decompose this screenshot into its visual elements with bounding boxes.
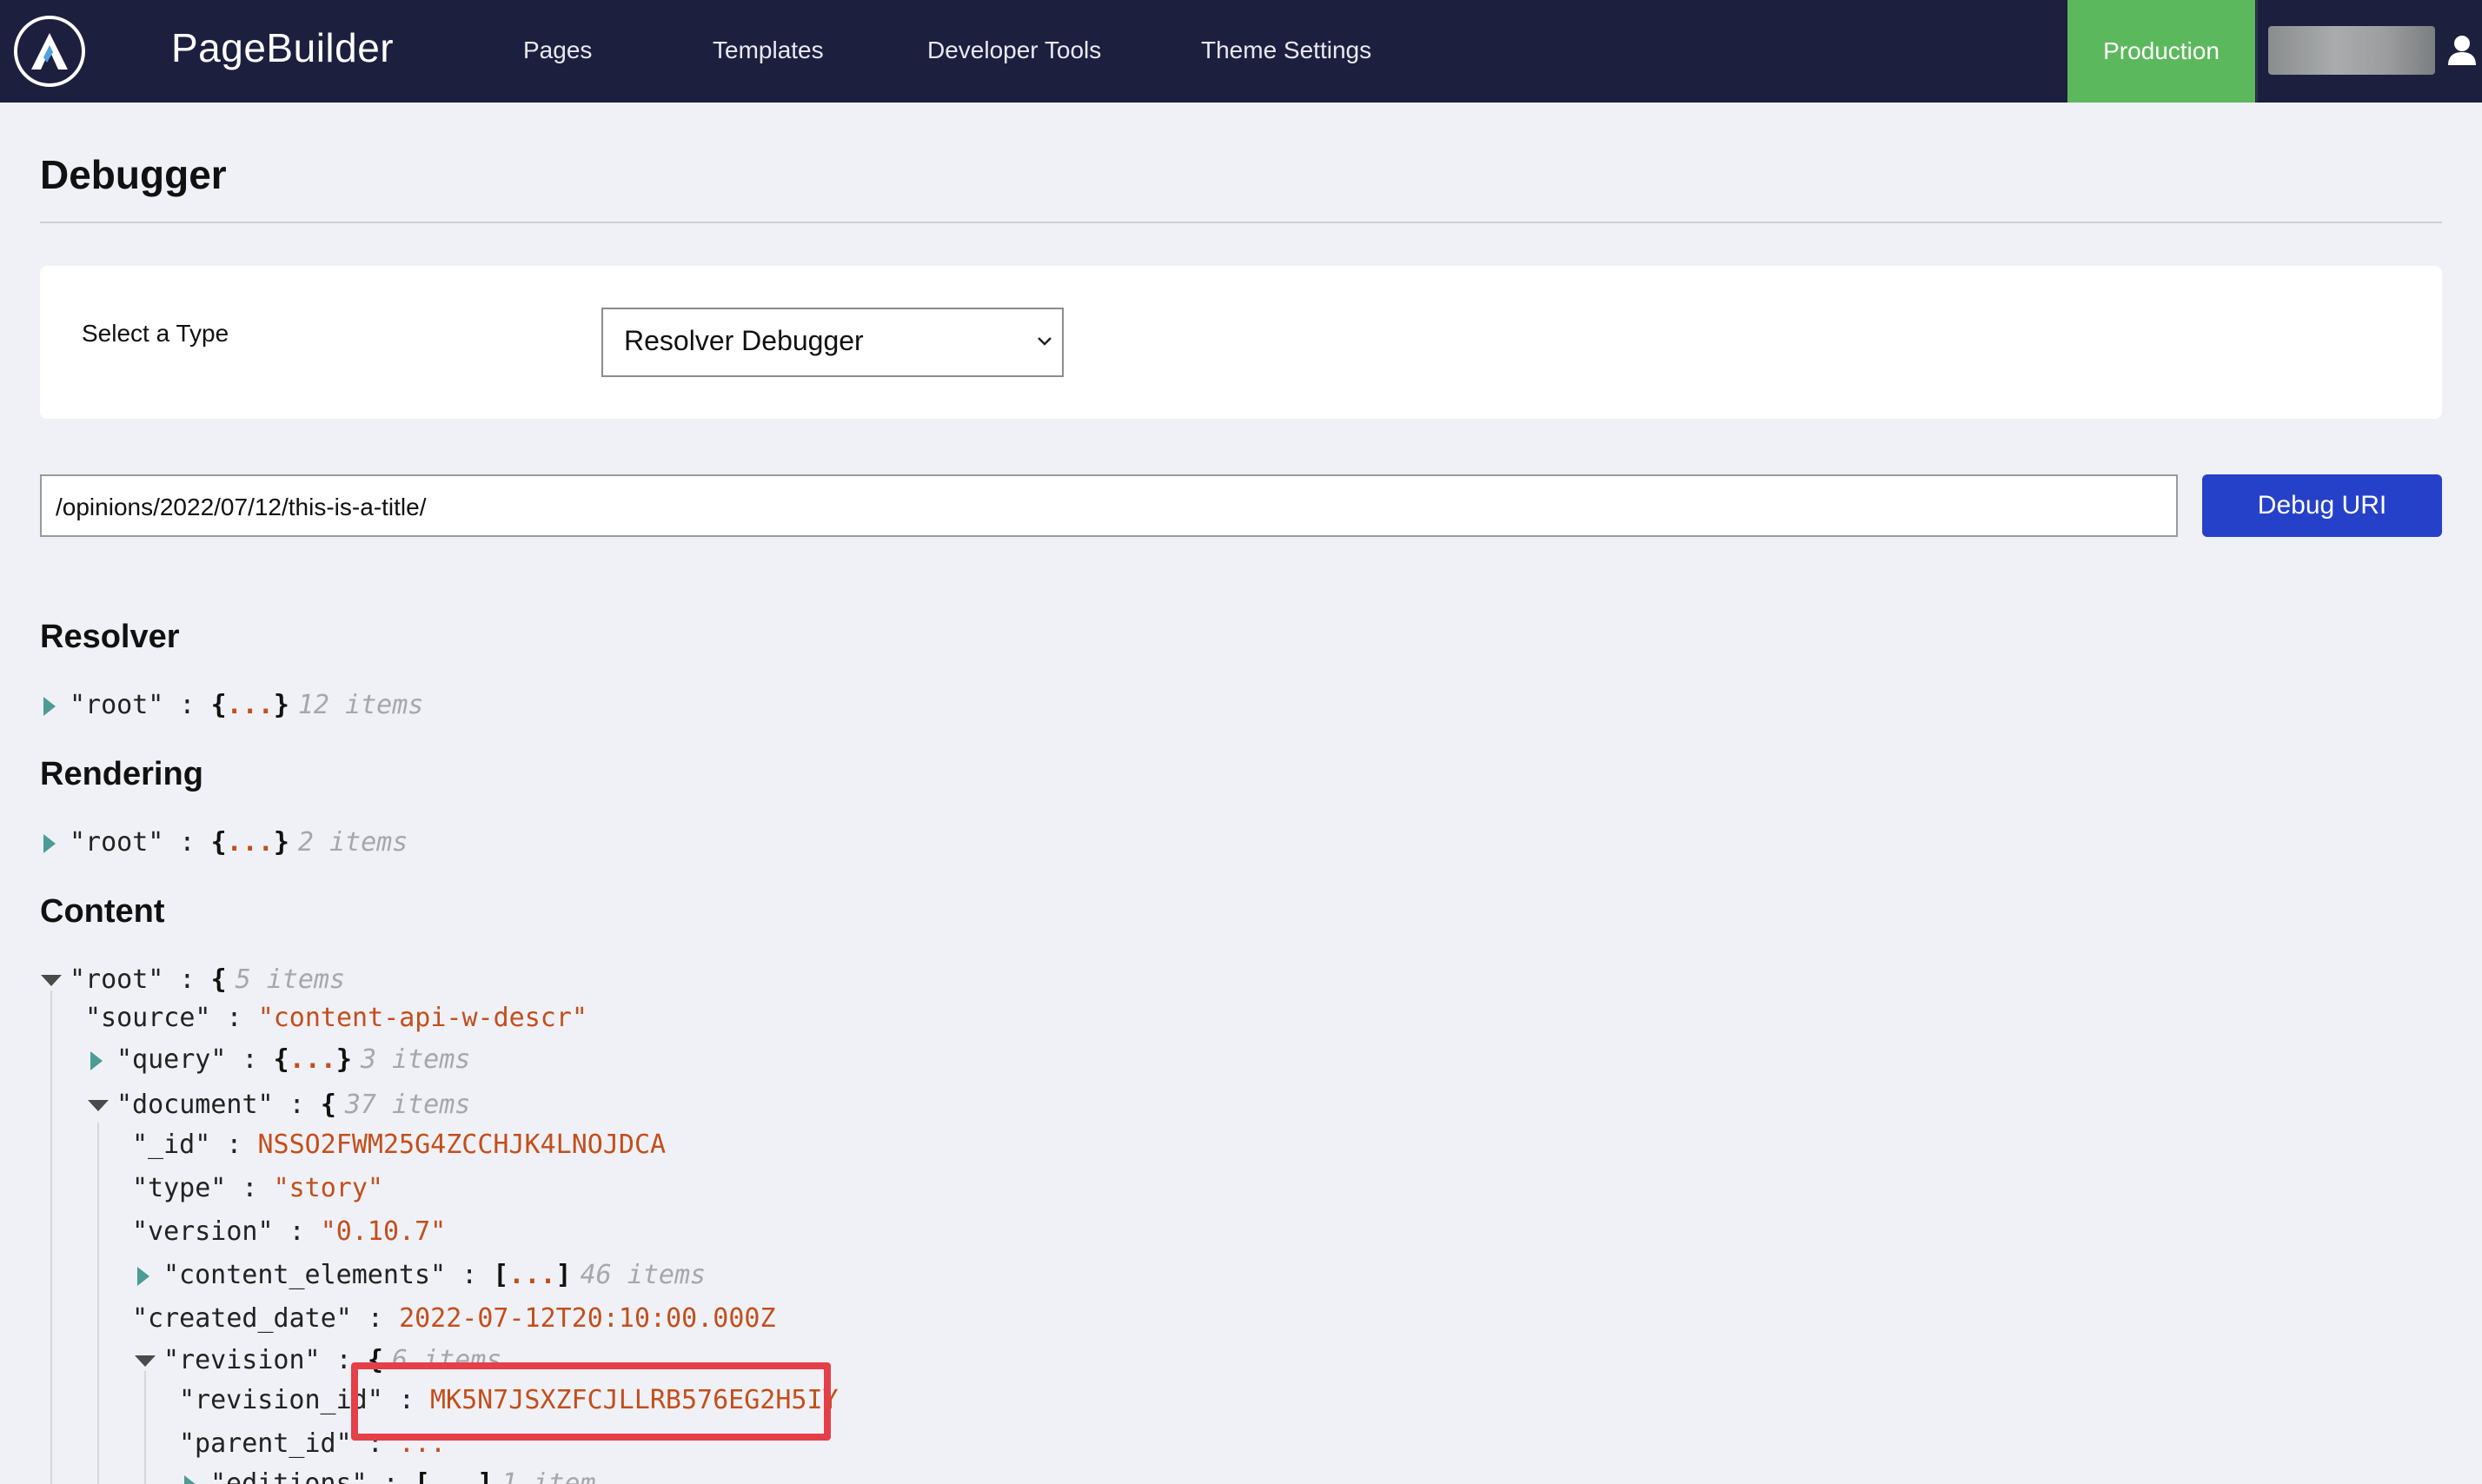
nav-pages[interactable]: Pages	[523, 36, 592, 64]
content-root-node[interactable]: "root" : {5 items	[40, 964, 345, 995]
uri-input[interactable]: /opinions/2022/07/12/this-is-a-title/	[40, 474, 2178, 537]
user-menu[interactable]	[2256, 0, 2482, 103]
caret-right-icon[interactable]	[40, 832, 63, 855]
type-select-label: Select a Type	[82, 320, 229, 347]
content-elements-bracket: [...]	[493, 1260, 572, 1290]
editions-bracket: [...]	[414, 1468, 494, 1484]
tree-guide-line	[144, 1371, 146, 1484]
page-title: Debugger	[40, 152, 227, 197]
source-row: "source" : "content-api-w-descr"	[85, 1003, 587, 1033]
rendering-root-brace: {...}	[210, 827, 289, 858]
id-key: "_id"	[132, 1130, 211, 1160]
content-elements-node[interactable]: "content_elements" : [...] 46 items	[134, 1260, 706, 1290]
version-key: "version"	[132, 1216, 274, 1247]
user-icon[interactable]	[2447, 35, 2477, 66]
rendering-root-key: "root"	[70, 827, 164, 858]
resolver-root-brace: {...}	[210, 690, 289, 720]
caret-right-icon[interactable]	[87, 1050, 110, 1072]
revision-key: "revision"	[163, 1345, 321, 1375]
chevron-down-icon	[1038, 337, 1052, 346]
nav-theme-settings[interactable]: Theme Settings	[1201, 36, 1371, 64]
created-date-key: "created_date"	[132, 1303, 352, 1334]
content-root-count: 5 items	[235, 964, 346, 995]
rendering-root-count: 2 items	[297, 827, 408, 858]
source-value: "content-api-w-descr"	[257, 1003, 587, 1033]
caret-down-icon[interactable]	[134, 1350, 156, 1373]
id-row: "_id" : NSSO2FWM25G4ZCCHJK4LNOJDCA	[132, 1130, 667, 1160]
query-key: "query"	[116, 1044, 227, 1075]
top-nav-bar: PageBuilder Pages Templates Developer To…	[0, 0, 2482, 103]
document-count: 37 items	[344, 1090, 471, 1120]
version-row: "version" : "0.10.7"	[132, 1216, 447, 1247]
resolver-root-count: 12 items	[297, 690, 424, 720]
created-date-row: "created_date" : 2022-07-12T20:10:00.000…	[132, 1303, 776, 1334]
rendering-root-node[interactable]: "root" : {...} 2 items	[40, 827, 408, 858]
editions-node[interactable]: "editions" : [...] 1 item	[181, 1468, 596, 1484]
type-key: "type"	[132, 1173, 227, 1203]
content-elements-count: 46 items	[580, 1260, 707, 1290]
nav-developer-tools[interactable]: Developer Tools	[927, 36, 1101, 64]
caret-down-icon[interactable]	[40, 970, 63, 992]
id-value: NSSO2FWM25G4ZCCHJK4LNOJDCA	[257, 1130, 667, 1160]
content-elements-key: "content_elements"	[163, 1260, 447, 1290]
nav-templates[interactable]: Templates	[713, 36, 824, 64]
resolver-heading: Resolver	[40, 619, 180, 655]
version-value: "0.10.7"	[320, 1216, 447, 1247]
resolver-root-key: "root"	[70, 690, 164, 720]
caret-down-icon[interactable]	[87, 1095, 110, 1117]
editions-key: "editions"	[210, 1468, 368, 1484]
app-logo-icon[interactable]	[14, 16, 85, 87]
caret-right-icon[interactable]	[134, 1265, 156, 1288]
query-count: 3 items	[360, 1044, 471, 1075]
type-value: "story"	[273, 1173, 383, 1203]
content-root-key: "root"	[70, 964, 164, 995]
created-date-value: 2022-07-12T20:10:00.000Z	[399, 1303, 776, 1334]
document-node[interactable]: "document" : {37 items	[87, 1090, 470, 1120]
app-brand[interactable]: PageBuilder	[171, 24, 394, 71]
source-key: "source"	[85, 1003, 211, 1033]
type-select-card: Select a Type Resolver Debugger	[40, 266, 2442, 419]
type-select-value: Resolver Debugger	[624, 325, 864, 356]
editions-count: 1 item	[501, 1468, 596, 1484]
query-brace: {...}	[273, 1044, 352, 1075]
type-row: "type" : "story"	[132, 1173, 383, 1203]
rendering-heading: Rendering	[40, 756, 203, 792]
document-key: "document"	[116, 1090, 274, 1120]
title-divider	[40, 222, 2442, 223]
query-node[interactable]: "query" : {...} 3 items	[87, 1044, 470, 1075]
caret-right-icon[interactable]	[181, 1474, 203, 1484]
user-name-redacted	[2268, 26, 2435, 75]
tree-guide-line	[97, 1123, 99, 1484]
type-select[interactable]: Resolver Debugger	[601, 308, 1064, 377]
annotation-highlight-box	[351, 1362, 831, 1441]
content-heading: Content	[40, 893, 165, 930]
caret-right-icon[interactable]	[40, 695, 63, 718]
parent-id-key: "parent_id"	[179, 1428, 352, 1459]
debug-uri-button[interactable]: Debug URI	[2202, 474, 2442, 537]
uri-input-value: /opinions/2022/07/12/this-is-a-title/	[56, 494, 427, 520]
tree-guide-line	[50, 990, 52, 1484]
environment-badge[interactable]: Production	[2067, 0, 2255, 103]
resolver-root-node[interactable]: "root" : {...} 12 items	[40, 690, 423, 720]
